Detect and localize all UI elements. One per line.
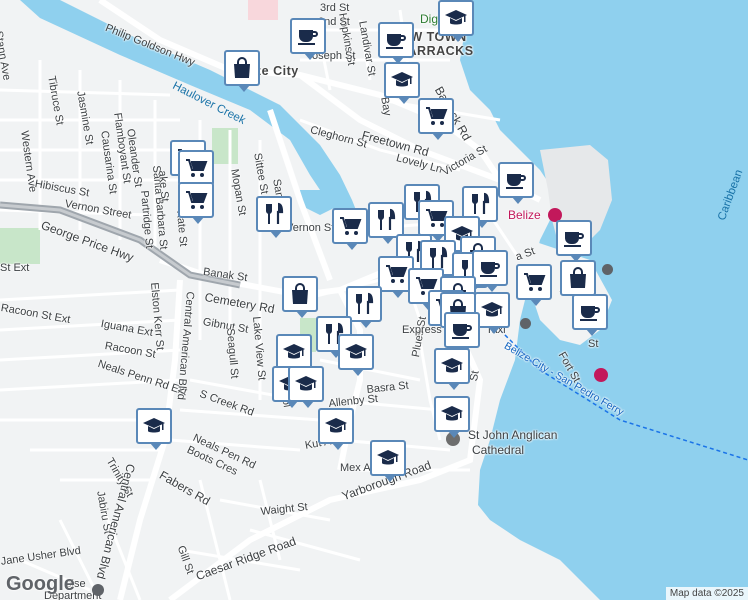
school-marker[interactable] [338, 334, 374, 376]
cafe-marker[interactable] [444, 312, 480, 354]
school-marker[interactable] [434, 348, 470, 390]
map-attribution[interactable]: Map data ©2025 [665, 587, 748, 600]
shopping-marker[interactable] [224, 50, 260, 92]
ferry-pin-icon[interactable] [594, 368, 608, 382]
school-marker[interactable] [370, 440, 406, 482]
school-marker[interactable] [384, 62, 420, 104]
school-marker[interactable] [136, 408, 172, 450]
cafe-marker[interactable] [290, 18, 326, 60]
cafe-marker[interactable] [572, 294, 608, 336]
cafe-marker[interactable] [472, 250, 508, 292]
grocery-marker[interactable] [418, 98, 454, 140]
school-marker[interactable] [288, 366, 324, 408]
cafe-marker[interactable] [498, 162, 534, 204]
grocery-marker[interactable] [332, 208, 368, 250]
school-marker[interactable] [434, 396, 470, 438]
shopping-marker[interactable] [282, 276, 318, 318]
shopping-marker[interactable] [560, 260, 596, 302]
school-marker[interactable] [318, 408, 354, 450]
grocery-marker[interactable] [178, 150, 214, 192]
restaurant-marker[interactable] [256, 196, 292, 238]
grocery-marker[interactable] [178, 182, 214, 224]
cafe-marker[interactable] [378, 22, 414, 64]
google-logo: Google [6, 573, 75, 595]
restaurant-marker[interactable] [368, 202, 404, 244]
grocery-marker[interactable] [516, 264, 552, 306]
cafe-marker[interactable] [556, 220, 592, 262]
school-marker[interactable] [438, 0, 474, 42]
bus-station-icon[interactable] [520, 318, 531, 329]
map-canvas[interactable]: Stann Ave Philip Goldson Hwy Belize City… [0, 0, 748, 600]
ferry-terminal-icon[interactable] [602, 264, 613, 275]
school-marker[interactable] [276, 334, 312, 376]
department-pin-icon[interactable] [92, 584, 104, 596]
